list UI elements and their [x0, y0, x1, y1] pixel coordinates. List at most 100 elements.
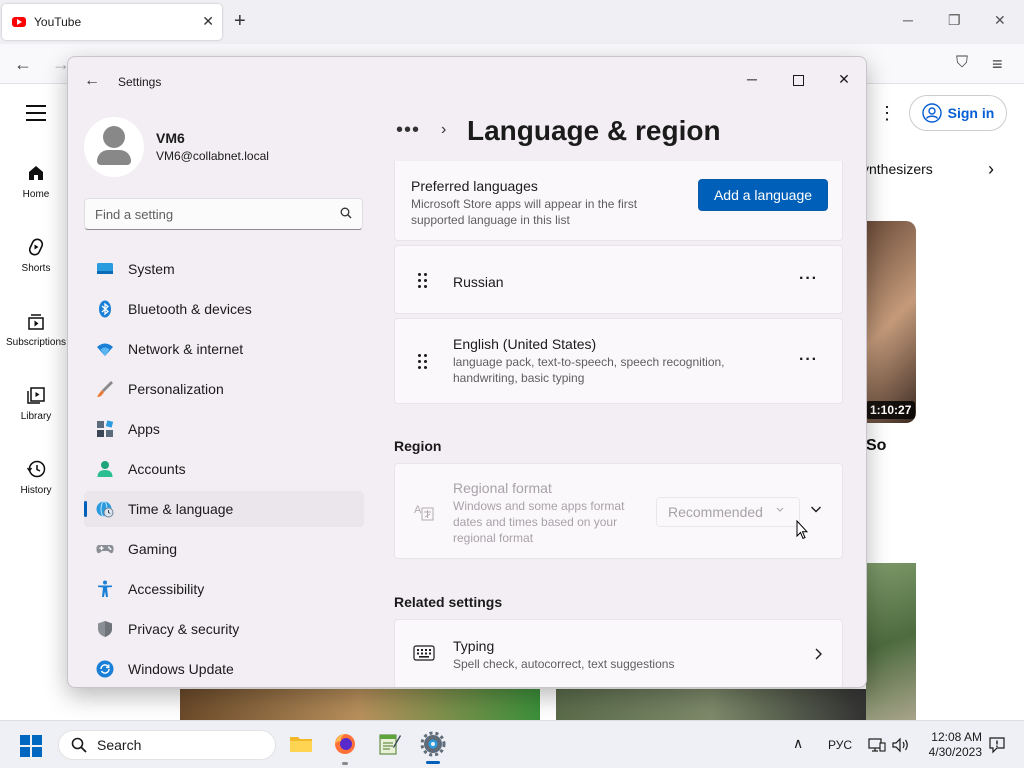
sign-in-button[interactable]: Sign in — [909, 95, 1007, 131]
settings-back-button[interactable]: ← — [84, 72, 100, 90]
notepad-icon — [379, 734, 401, 755]
nav-label: Network & internet — [128, 341, 244, 357]
yt-sidebar-subscriptions[interactable]: Subscriptions — [0, 311, 72, 348]
regional-format-desc: dates and times based on your — [453, 515, 618, 529]
taskbar-settings[interactable] — [420, 731, 446, 764]
clock[interactable]: 12:08 AM 4/30/2023 — [920, 730, 982, 760]
language-item[interactable]: Russian ··· — [394, 245, 843, 314]
pocket-icon[interactable]: ⛉ — [956, 54, 968, 72]
show-hidden-icons-button[interactable]: ∧ — [793, 735, 803, 752]
clock-date: 4/30/2023 — [928, 745, 982, 759]
nav-item-personalization[interactable]: Personalization — [84, 371, 364, 407]
language-features: handwriting, basic typing — [453, 371, 585, 385]
language-name: English (United States) — [453, 336, 597, 352]
app-menu-icon[interactable]: ≡ — [992, 54, 1003, 75]
mouse-cursor-icon — [796, 520, 808, 540]
nav-item-windows-update[interactable]: Windows Update — [84, 651, 364, 687]
regional-format-card[interactable]: A Regional format Windows and some apps … — [394, 463, 843, 559]
chip-next-icon[interactable]: › — [988, 159, 994, 180]
new-tab-button[interactable]: + — [234, 10, 246, 33]
nav-label: Privacy & security — [128, 621, 240, 637]
settings-window: ← Settings ─ ✕ VM6 VM6@collabnet.local S… — [67, 56, 867, 688]
yt-filter-chip[interactable]: ynthesizers — [862, 161, 933, 177]
nav-item-network[interactable]: Network & internet — [84, 331, 364, 367]
yt-sidebar-history[interactable]: History — [0, 459, 72, 496]
settings-maximize-button[interactable] — [784, 65, 812, 93]
settings-minimize-button[interactable]: ─ — [738, 65, 766, 93]
nav-item-bluetooth[interactable]: Bluetooth & devices — [84, 291, 364, 327]
browser-close-button[interactable]: ✕ — [994, 12, 1006, 29]
clock-time: 12:08 AM — [931, 730, 982, 744]
browser-minimize-button[interactable]: ─ — [903, 12, 913, 28]
network-icon[interactable] — [868, 737, 886, 753]
settings-search-box[interactable] — [84, 198, 363, 230]
settings-close-button[interactable]: ✕ — [830, 65, 858, 93]
svg-text:A: A — [414, 504, 422, 516]
typing-link-card[interactable]: Typing Spell check, autocorrect, text su… — [394, 619, 843, 687]
breadcrumb-overflow-button[interactable]: ••• — [396, 119, 420, 142]
paintbrush-icon — [97, 381, 113, 397]
browser-restore-button[interactable]: ❐ — [948, 12, 961, 29]
tab-close-icon[interactable]: ✕ — [202, 13, 214, 30]
language-features: language pack, text-to-speech, speech re… — [453, 355, 725, 369]
taskbar: Search ∧ РУС 12:08 AM 4/30/2023 — [0, 720, 1024, 768]
video-title[interactable]: So — [866, 437, 886, 455]
taskbar-search[interactable]: Search — [58, 730, 276, 760]
wifi-icon — [97, 343, 113, 356]
notification-icon[interactable] — [988, 736, 1006, 754]
video-thumbnail[interactable] — [866, 563, 916, 720]
folder-icon — [290, 737, 312, 752]
language-item[interactable]: English (United States) language pack, t… — [394, 318, 843, 404]
nav-item-accessibility[interactable]: Accessibility — [84, 571, 364, 607]
firefox-icon — [335, 734, 355, 754]
settings-window-title: Settings — [118, 75, 162, 89]
add-language-button[interactable]: Add a language — [698, 179, 828, 211]
keyboard-icon — [413, 645, 435, 661]
drag-handle-icon[interactable] — [418, 354, 428, 370]
nav-item-gaming[interactable]: Gaming — [84, 531, 364, 567]
tab-title: YouTube — [34, 15, 82, 29]
nav-label: Apps — [128, 421, 160, 437]
nav-item-privacy[interactable]: Privacy & security — [84, 611, 364, 647]
settings-content: Preferred languages Microsoft Store apps… — [394, 161, 843, 687]
nav-item-apps[interactable]: Apps — [84, 411, 364, 447]
volume-icon[interactable] — [892, 737, 910, 753]
shield-icon — [98, 621, 112, 637]
yt-sidebar-home[interactable]: Home — [0, 163, 72, 200]
system-icon — [97, 263, 113, 274]
more-options-icon[interactable]: ··· — [799, 351, 818, 369]
video-thumbnail[interactable] — [180, 689, 540, 720]
language-name: Russian — [453, 274, 504, 290]
yt-sidebar-label: Home — [22, 189, 50, 200]
nav-label: Accessibility — [128, 581, 205, 597]
more-options-icon[interactable]: ··· — [799, 270, 818, 288]
yt-sidebar-library[interactable]: Library — [0, 385, 72, 422]
drag-handle-icon[interactable] — [418, 273, 428, 289]
sign-in-label: Sign in — [947, 105, 995, 121]
back-button[interactable]: ← — [14, 54, 32, 75]
nav-label: Gaming — [128, 541, 178, 557]
input-language-indicator[interactable]: РУС — [828, 738, 852, 752]
nav-item-accounts[interactable]: Accounts — [84, 451, 364, 487]
nav-label: Time & language — [128, 501, 234, 517]
expand-chevron-icon[interactable] — [809, 502, 823, 516]
search-input[interactable] — [95, 205, 325, 223]
nav-item-system[interactable]: System — [84, 251, 364, 287]
home-icon — [29, 166, 43, 180]
start-button[interactable] — [20, 735, 42, 757]
regional-format-dropdown[interactable]: Recommended — [656, 497, 800, 527]
regional-format-desc: Windows and some apps format — [453, 499, 625, 513]
nav-item-time-language[interactable]: Time & language — [84, 491, 364, 527]
taskbar-notepad[interactable] — [376, 731, 402, 757]
video-thumbnail[interactable] — [866, 221, 916, 423]
video-thumbnail[interactable] — [556, 689, 866, 720]
taskbar-firefox[interactable] — [332, 731, 358, 765]
nav-label: Personalization — [128, 381, 224, 397]
breadcrumb-chevron-icon: › — [441, 121, 447, 138]
taskbar-file-explorer[interactable] — [288, 731, 314, 757]
yt-settings-kebab-icon[interactable]: ⋮ — [878, 103, 896, 124]
preferred-languages-title: Preferred languages — [411, 178, 538, 194]
youtube-menu-icon[interactable] — [26, 105, 46, 126]
browser-tab-youtube[interactable]: YouTube ✕ — [2, 4, 222, 40]
yt-sidebar-shorts[interactable]: Shorts — [0, 237, 72, 274]
